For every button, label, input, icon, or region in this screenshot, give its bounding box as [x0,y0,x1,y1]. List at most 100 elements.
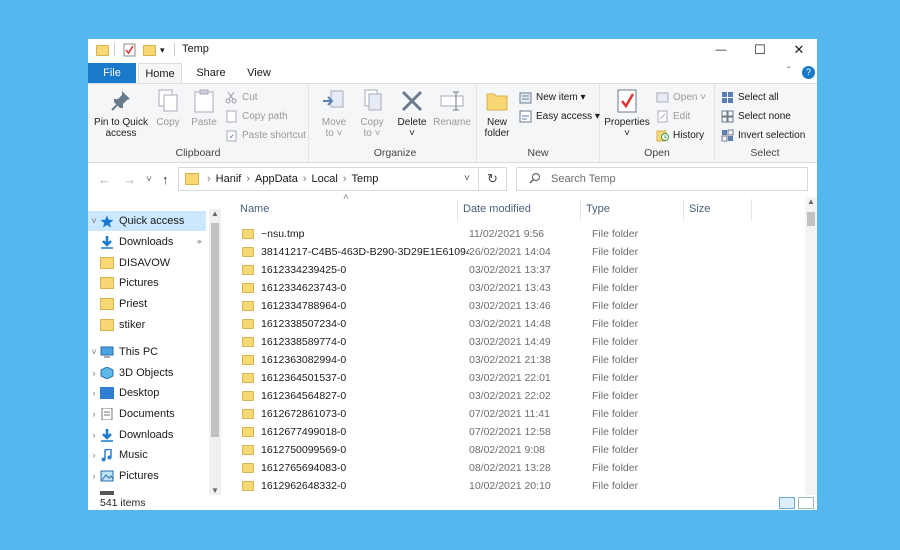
breadcrumb-hanif[interactable]: Hanif [216,173,242,185]
refresh-button[interactable]: ↻ [479,167,507,191]
file-list-scroll-thumb[interactable] [807,212,815,226]
edit-button[interactable]: Edit [656,108,690,124]
tab-file[interactable]: File [88,63,136,83]
rename-button[interactable]: Rename [432,88,472,128]
new-folder-icon[interactable] [143,42,156,58]
nav-disavow[interactable]: DISAVOW [88,253,206,273]
file-row[interactable]: 1612677499018-0 07/02/2021 12:58 File fold… [238,423,798,441]
minimize-button[interactable]: — [701,39,741,61]
nav-pictures[interactable]: › Pictures [88,466,206,486]
address-dropdown-button[interactable]: ˅ [464,173,470,184]
nav-desktop[interactable]: › Desktop [88,383,206,403]
history-button[interactable]: History [656,127,704,143]
nav-downloads[interactable]: › Downloads [88,425,206,445]
nav-quick-access[interactable]: ˅ Quick access [88,211,206,231]
forward-button[interactable]: → [123,172,136,187]
expand-chevron-icon[interactable]: › [88,409,100,419]
nav-downloads-pinned[interactable]: Downloads ⌖ [88,232,206,252]
back-button[interactable]: ← [98,172,111,187]
large-icons-view-icon[interactable] [798,497,814,509]
pin-to-quick-access-button[interactable]: Pin to Quick access [92,88,150,139]
invert-selection-button[interactable]: Invert selection [721,127,805,143]
file-row[interactable]: 38141217-C4B5-463D-B290-3D29E1E61094 26/0… [238,243,798,261]
nav-priest[interactable]: Priest [88,294,206,314]
column-divider[interactable] [751,199,752,221]
nav-3d-objects[interactable]: › 3D Objects [88,363,206,383]
breadcrumb-temp[interactable]: Temp [351,173,378,185]
column-date-modified[interactable]: Date modified [463,203,531,215]
nav-pictures-pinned[interactable]: Pictures [88,273,206,293]
expand-chevron-icon[interactable]: ˅ [88,347,100,357]
close-button[interactable]: ✕ [779,39,817,61]
help-icon[interactable]: ? [802,66,815,79]
file-row[interactable]: 1612338507234-0 03/02/2021 14:48 File fold… [238,315,798,333]
file-row[interactable]: 1612334623743-0 03/02/2021 13:43 File fold… [238,279,798,297]
file-list-scrollbar[interactable]: ▲ [805,197,817,495]
select-all-button[interactable]: Select all [721,89,779,105]
scroll-up-arrow-icon[interactable]: ▲ [209,209,221,218]
breadcrumb-local[interactable]: Local [312,173,338,185]
select-none-button[interactable]: Select none [721,108,791,124]
nav-documents[interactable]: › Documents [88,404,206,424]
maximize-button[interactable]: ☐ [740,39,780,61]
quick-access-dropdown[interactable]: ▾ [160,42,165,58]
rename-label: Rename [433,117,471,128]
tab-view[interactable]: View [240,63,278,83]
column-divider[interactable] [580,199,581,221]
expand-chevron-icon[interactable]: › [88,471,100,481]
expand-chevron-icon[interactable]: › [88,430,100,440]
column-size[interactable]: Size [689,203,710,215]
file-row[interactable]: 1612364564827-0 03/02/2021 22:02 File fold… [238,387,798,405]
breadcrumb-appdata[interactable]: AppData [255,173,298,185]
scroll-up-arrow-icon[interactable]: ▲ [805,197,817,206]
scroll-down-arrow-icon[interactable]: ▼ [209,486,221,495]
expand-chevron-icon[interactable]: › [88,450,100,460]
file-row[interactable]: ~nsu.tmp 11/02/2021 9:56 File folder [238,225,798,243]
properties-button[interactable]: Properties ˅ [604,88,650,139]
expand-chevron-icon[interactable]: › [88,388,100,398]
tab-share[interactable]: Share [188,63,234,83]
file-row[interactable]: 1612334239425-0 03/02/2021 13:37 File fold… [238,261,798,279]
open-button[interactable]: Open ˅ [656,89,706,105]
nav-music[interactable]: › Music [88,445,206,465]
paste-shortcut-button[interactable]: Paste shortcut [225,127,306,143]
cut-button[interactable]: Cut [225,89,258,105]
nav-videos-partial[interactable]: › [88,487,206,495]
address-bar[interactable]: › Hanif › AppData › Local › Temp ˅ [178,167,479,191]
copy-button[interactable]: Copy [152,88,184,128]
file-row[interactable]: 1612338589774-0 03/02/2021 14:49 File fold… [238,333,798,351]
easy-access-button[interactable]: Easy access ▾ [519,108,600,124]
nav-this-pc[interactable]: ˅ This PC [88,342,206,362]
move-to-button[interactable]: Move to ˅ [316,88,352,139]
recent-locations-button[interactable]: ˅ [146,174,152,185]
ribbon-collapse-chevron-icon[interactable]: ˇ [787,66,790,77]
up-button[interactable]: ↑ [162,172,169,187]
file-row[interactable]: 1612672861073-0 07/02/2021 11:41 File fold… [238,405,798,423]
column-type[interactable]: Type [586,203,610,215]
copy-to-button[interactable]: Copy to ˅ [354,88,390,139]
expand-chevron-icon[interactable]: ˅ [88,216,100,226]
copy-path-button[interactable]: Copy path [225,108,288,124]
search-box[interactable]: Search Temp [516,167,808,191]
column-divider[interactable] [457,199,458,221]
file-row[interactable]: 1612765694083-0 08/02/2021 13:28 File fold… [238,459,798,477]
expand-chevron-icon[interactable]: › [88,368,100,378]
file-row[interactable]: 1612334788964-0 03/02/2021 13:46 File fold… [238,297,798,315]
column-name[interactable]: Name [240,203,269,215]
expand-chevron-icon[interactable]: › [88,492,100,495]
nav-stiker[interactable]: stiker [88,315,206,335]
delete-button[interactable]: Delete ˅ [396,88,428,139]
details-view-icon[interactable] [779,497,795,509]
properties-check-icon[interactable] [123,42,136,58]
column-divider[interactable] [683,199,684,221]
new-item-button[interactable]: New item ▾ [519,89,585,105]
paste-button[interactable]: Paste [188,88,220,128]
file-row[interactable]: 1612363082994-0 03/02/2021 21:38 File fold… [238,351,798,369]
nav-pane-scrollbar[interactable]: ▲ ▼ [209,209,221,495]
tab-home[interactable]: Home [138,63,182,83]
file-row[interactable]: 1612962648332-0 10/02/2021 20:10 File fold… [238,477,798,495]
file-row[interactable]: 1612364501537-0 03/02/2021 22:01 File fold… [238,369,798,387]
file-row[interactable]: 1612750099569-0 08/02/2021 9:08 File folde… [238,441,798,459]
new-folder-button[interactable]: New folder [479,88,515,139]
nav-pane-scroll-thumb[interactable] [211,223,219,437]
